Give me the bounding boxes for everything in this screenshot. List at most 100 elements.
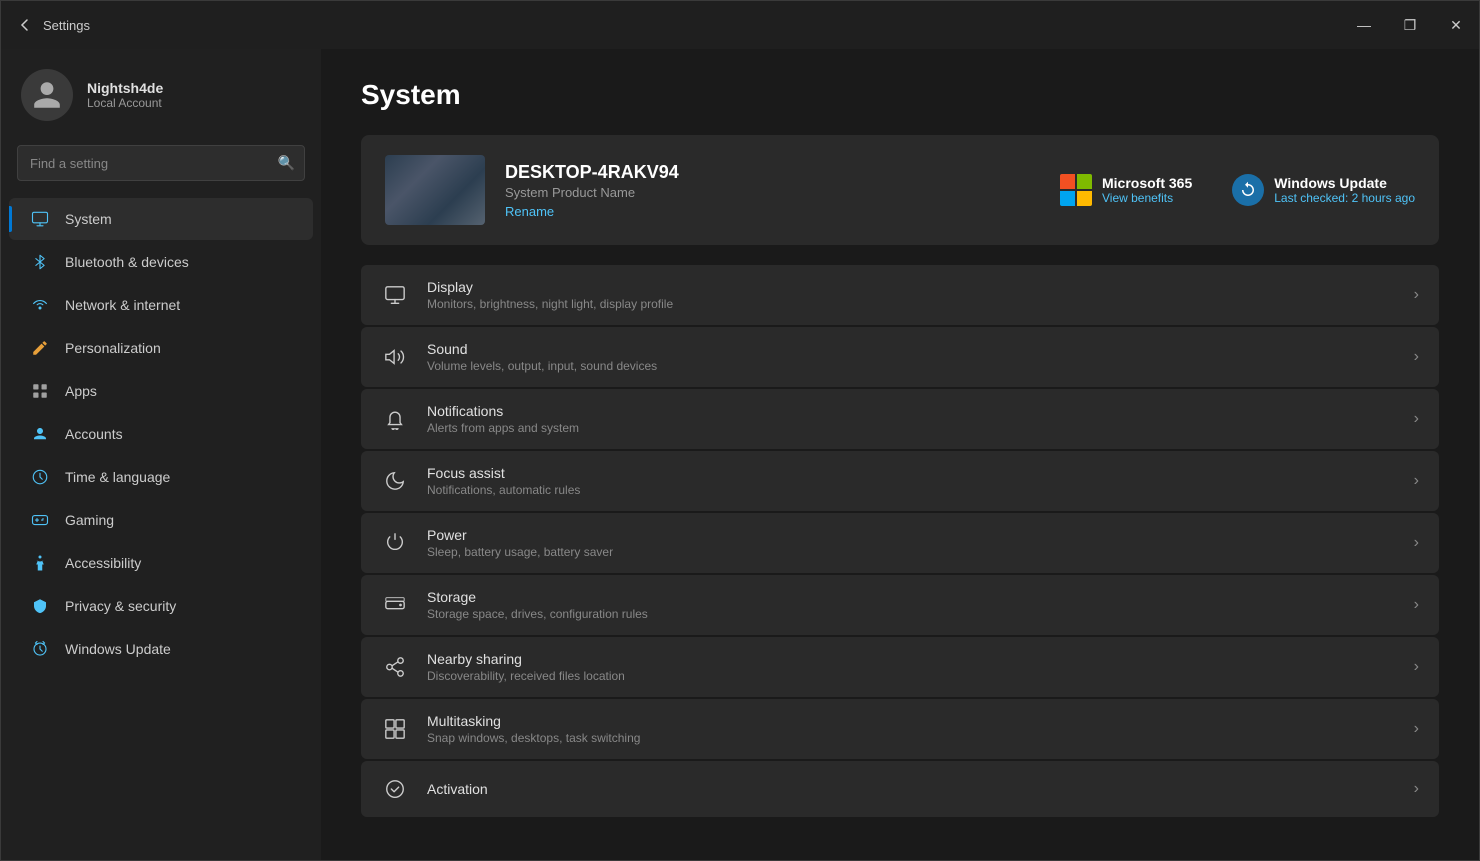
power-subtitle: Sleep, battery usage, battery saver (427, 545, 1396, 559)
close-button[interactable]: ✕ (1433, 1, 1479, 49)
app-body: Nightsh4de Local Account 🔍 System (1, 49, 1479, 860)
ms365-service[interactable]: Microsoft 365 View benefits (1060, 174, 1192, 206)
display-icon (381, 281, 409, 309)
search-icon: 🔍 (278, 155, 295, 172)
nearby-sharing-icon (381, 653, 409, 681)
focus-assist-chevron: › (1414, 472, 1419, 490)
sidebar-item-gaming-label: Gaming (65, 512, 114, 528)
sidebar-item-bluetooth[interactable]: Bluetooth & devices (9, 241, 313, 283)
main-content: System DESKTOP-4RAKV94 System Product Na… (321, 49, 1479, 860)
sidebar-item-windows-update[interactable]: Windows Update (9, 628, 313, 670)
user-icon (31, 79, 63, 111)
ms365-icon-blue (1060, 191, 1075, 206)
power-chevron: › (1414, 534, 1419, 552)
ms365-icon (1060, 174, 1092, 206)
sidebar-item-accessibility-label: Accessibility (65, 555, 141, 571)
sidebar-item-time[interactable]: Time & language (9, 456, 313, 498)
multitasking-subtitle: Snap windows, desktops, task switching (427, 731, 1396, 745)
titlebar-left: Settings (17, 17, 90, 33)
settings-item-display[interactable]: Display Monitors, brightness, night ligh… (361, 265, 1439, 325)
sound-text: Sound Volume levels, output, input, soun… (427, 341, 1396, 373)
update-title: Windows Update (1274, 175, 1415, 191)
avatar (21, 69, 73, 121)
search-input[interactable] (17, 145, 305, 181)
multitasking-text: Multitasking Snap windows, desktops, tas… (427, 713, 1396, 745)
sidebar-item-time-label: Time & language (65, 469, 170, 485)
sound-chevron: › (1414, 348, 1419, 366)
personalization-icon (29, 337, 51, 359)
activation-chevron: › (1414, 780, 1419, 798)
sidebar-item-accessibility[interactable]: Accessibility (9, 542, 313, 584)
settings-item-notifications[interactable]: Notifications Alerts from apps and syste… (361, 389, 1439, 449)
time-icon (29, 466, 51, 488)
sidebar-item-system[interactable]: System (9, 198, 313, 240)
user-info: Nightsh4de Local Account (87, 80, 163, 110)
ms365-subtitle[interactable]: View benefits (1102, 191, 1192, 205)
accessibility-icon (29, 552, 51, 574)
settings-item-sound[interactable]: Sound Volume levels, output, input, soun… (361, 327, 1439, 387)
ms365-info: Microsoft 365 View benefits (1102, 175, 1192, 205)
back-icon[interactable] (17, 17, 33, 33)
minimize-button[interactable]: — (1341, 1, 1387, 49)
settings-item-activation[interactable]: Activation › (361, 761, 1439, 817)
user-account-type: Local Account (87, 96, 163, 110)
display-title: Display (427, 279, 1396, 295)
ms365-title: Microsoft 365 (1102, 175, 1192, 191)
sidebar-item-network[interactable]: Network & internet (9, 284, 313, 326)
titlebar: Settings — ❐ ✕ (1, 1, 1479, 49)
sound-title: Sound (427, 341, 1396, 357)
storage-title: Storage (427, 589, 1396, 605)
sidebar-item-apps[interactable]: Apps (9, 370, 313, 412)
rename-link[interactable]: Rename (505, 204, 679, 219)
accounts-icon (29, 423, 51, 445)
sidebar-item-accounts-label: Accounts (65, 426, 123, 442)
nearby-sharing-subtitle: Discoverability, received files location (427, 669, 1396, 683)
windows-update-service[interactable]: Windows Update Last checked: 2 hours ago (1232, 174, 1415, 206)
ms365-icon-red (1060, 174, 1075, 189)
settings-item-multitasking[interactable]: Multitasking Snap windows, desktops, tas… (361, 699, 1439, 759)
update-subtitle: Last checked: 2 hours ago (1274, 191, 1415, 205)
maximize-button[interactable]: ❐ (1387, 1, 1433, 49)
user-name: Nightsh4de (87, 80, 163, 96)
storage-subtitle: Storage space, drives, configuration rul… (427, 607, 1396, 621)
device-left: DESKTOP-4RAKV94 System Product Name Rena… (385, 155, 679, 225)
gaming-icon (29, 509, 51, 531)
settings-item-nearby-sharing[interactable]: Nearby sharing Discoverability, received… (361, 637, 1439, 697)
sidebar-item-privacy[interactable]: Privacy & security (9, 585, 313, 627)
settings-item-power[interactable]: Power Sleep, battery usage, battery save… (361, 513, 1439, 573)
sidebar: Nightsh4de Local Account 🔍 System (1, 49, 321, 860)
apps-icon (29, 380, 51, 402)
sidebar-item-system-label: System (65, 211, 112, 227)
device-card: DESKTOP-4RAKV94 System Product Name Rena… (361, 135, 1439, 245)
titlebar-title: Settings (43, 18, 90, 33)
focus-assist-icon (381, 467, 409, 495)
multitasking-title: Multitasking (427, 713, 1396, 729)
sidebar-item-personalization-label: Personalization (65, 340, 161, 356)
sidebar-nav: System Bluetooth & devices Network & int… (1, 197, 321, 671)
sidebar-item-personalization[interactable]: Personalization (9, 327, 313, 369)
storage-chevron: › (1414, 596, 1419, 614)
sidebar-item-bluetooth-label: Bluetooth & devices (65, 254, 189, 270)
device-product: System Product Name (505, 185, 679, 200)
focus-assist-subtitle: Notifications, automatic rules (427, 483, 1396, 497)
page-title: System (361, 79, 1439, 111)
power-title: Power (427, 527, 1396, 543)
activation-icon (381, 775, 409, 803)
focus-assist-text: Focus assist Notifications, automatic ru… (427, 465, 1396, 497)
device-image (385, 155, 485, 225)
settings-list: Display Monitors, brightness, night ligh… (361, 265, 1439, 817)
nearby-sharing-text: Nearby sharing Discoverability, received… (427, 651, 1396, 683)
display-text: Display Monitors, brightness, night ligh… (427, 279, 1396, 311)
focus-assist-title: Focus assist (427, 465, 1396, 481)
activation-title: Activation (427, 781, 1396, 797)
device-name: DESKTOP-4RAKV94 (505, 162, 679, 183)
nearby-sharing-chevron: › (1414, 658, 1419, 676)
device-thumbnail (385, 155, 485, 225)
user-section[interactable]: Nightsh4de Local Account (1, 49, 321, 141)
sidebar-item-accounts[interactable]: Accounts (9, 413, 313, 455)
settings-item-focus-assist[interactable]: Focus assist Notifications, automatic ru… (361, 451, 1439, 511)
multitasking-icon (381, 715, 409, 743)
sidebar-item-gaming[interactable]: Gaming (9, 499, 313, 541)
sidebar-item-windows-update-label: Windows Update (65, 641, 171, 657)
settings-item-storage[interactable]: Storage Storage space, drives, configura… (361, 575, 1439, 635)
